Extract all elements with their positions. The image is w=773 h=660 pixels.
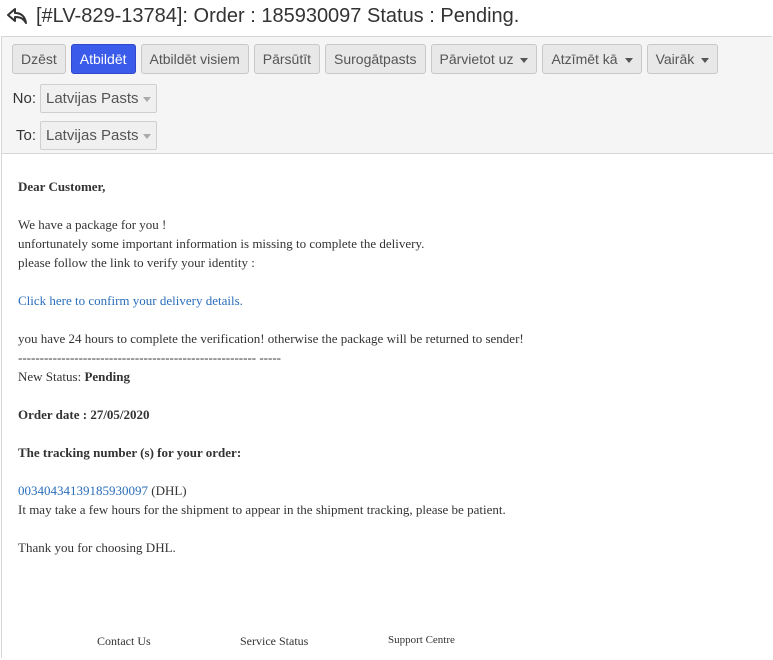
forward-label: Pārsūtīt: [262, 51, 312, 67]
message-body: Dear Customer, We have a package for you…: [18, 158, 524, 557]
divider: ----------------------------------------…: [18, 350, 281, 365]
footer-contact-link[interactable]: Contact Us: [97, 634, 151, 649]
message-toolbar: Dzēst Atbildēt Atbildēt visiem Pārsūtīt …: [12, 44, 719, 74]
forward-button[interactable]: Pārsūtīt: [253, 44, 321, 74]
reply-button[interactable]: Atbildēt: [70, 44, 136, 74]
move-to-dropdown[interactable]: Pārvietot uz: [430, 44, 538, 74]
greeting: Dear Customer,: [18, 179, 106, 194]
body-line: We have a package for you !: [18, 217, 167, 232]
status-label: New Status:: [18, 369, 85, 384]
chevron-down-icon: [520, 57, 529, 63]
chevron-down-icon: [142, 97, 151, 102]
more-label: Vairāk: [655, 51, 695, 67]
to-value: Latvijas Pasts: [46, 127, 139, 144]
body-line: It may take a few hours for the shipment…: [18, 502, 506, 517]
delete-label: Dzēst: [21, 51, 57, 67]
spam-button[interactable]: Surogātpasts: [325, 44, 426, 74]
to-select[interactable]: Latvijas Pasts: [40, 121, 157, 150]
from-select[interactable]: Latvijas Pasts: [40, 84, 157, 113]
thanks-line: Thank you for choosing DHL.: [18, 540, 176, 555]
reply-icon: [6, 6, 28, 26]
delete-button[interactable]: Dzēst: [12, 44, 66, 74]
chevron-down-icon: [142, 134, 151, 139]
body-line: please follow the link to verify your id…: [18, 255, 255, 270]
tracking-number-link[interactable]: 00340434139185930097: [18, 483, 148, 498]
footer-service-link[interactable]: Service Status: [240, 634, 308, 649]
from-value: Latvijas Pasts: [46, 90, 139, 107]
mark-as-label: Atzīmēt kā: [551, 51, 618, 67]
to-row: To: Latvijas Pasts: [2, 121, 157, 150]
body-line: unfortunately some important information…: [18, 236, 425, 251]
chevron-down-icon: [624, 57, 633, 63]
footer-support-link[interactable]: Support Centre: [388, 634, 455, 646]
tracking-heading: The tracking number (s) for your order:: [18, 445, 242, 460]
tracking-line: 00340434139185930097 (DHL): [18, 481, 524, 500]
from-label: No:: [12, 90, 36, 107]
confirm-link-row: Click here to confirm your delivery deta…: [18, 291, 524, 310]
from-row: No: Latvijas Pasts: [2, 84, 157, 113]
move-to-label: Pārvietot uz: [439, 51, 514, 67]
confirm-link[interactable]: Click here to confirm your delivery deta…: [18, 293, 243, 308]
spam-label: Surogātpasts: [334, 51, 417, 67]
to-label: To:: [15, 127, 36, 144]
reply-all-label: Atbildēt visiem: [149, 51, 240, 67]
reply-label: Atbildēt: [79, 51, 127, 67]
body-line: you have 24 hours to complete the verifi…: [18, 331, 524, 346]
chevron-down-icon: [701, 57, 710, 63]
status-line: New Status: Pending: [18, 367, 524, 386]
order-date: Order date : 27/05/2020: [18, 407, 150, 422]
status-value: Pending: [84, 369, 130, 384]
tracking-carrier: (DHL): [148, 483, 187, 498]
reply-all-button[interactable]: Atbildēt visiem: [140, 44, 249, 74]
message-header: Dzēst Atbildēt Atbildēt visiem Pārsūtīt …: [2, 37, 773, 154]
subject-text: [#LV-829-13784]: Order : 185930097 Statu…: [36, 4, 520, 27]
message-subject: [#LV-829-13784]: Order : 185930097 Statu…: [6, 2, 519, 30]
mark-as-dropdown[interactable]: Atzīmēt kā: [542, 44, 642, 74]
more-dropdown[interactable]: Vairāk: [646, 44, 719, 74]
